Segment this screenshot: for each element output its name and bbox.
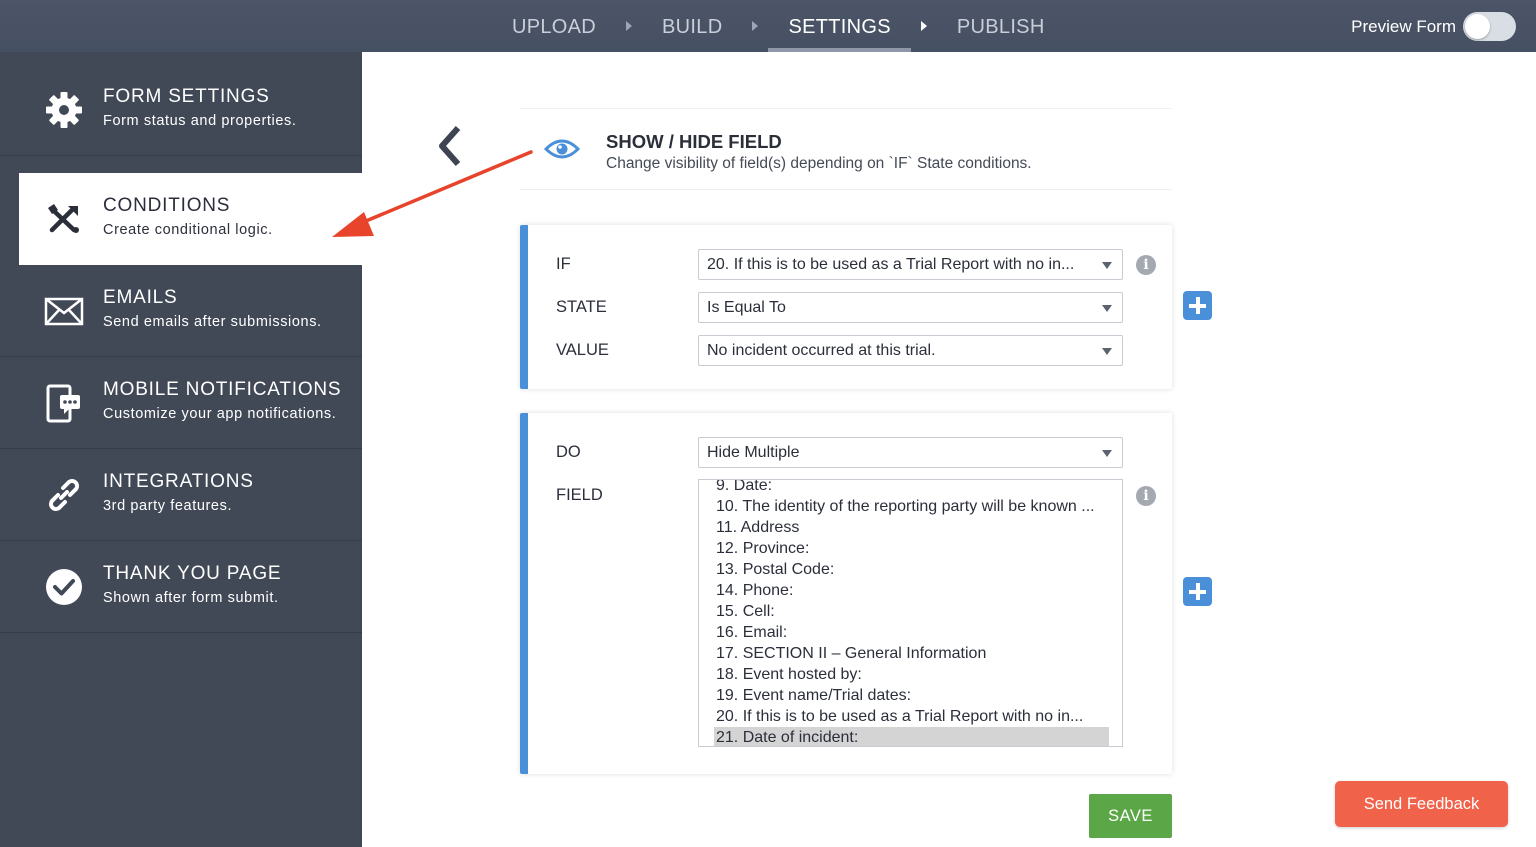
eye-icon (544, 139, 580, 159)
dropdown-caret-icon (1102, 262, 1112, 269)
wizard-steps: UPLOAD BUILD SETTINGS PUBLISH (492, 0, 1065, 52)
back-chevron-icon[interactable] (434, 124, 464, 168)
sidebar-item-form-settings[interactable]: FORM SETTINGS Form status and properties… (0, 64, 362, 156)
field-option[interactable]: 18. Event hosted by: (699, 664, 1109, 685)
field-option[interactable]: 10. The identity of the reporting party … (699, 496, 1109, 517)
if-field-value: 20. If this is to be used as a Trial Rep… (707, 256, 1075, 273)
step-arrow-icon (752, 21, 759, 31)
sidebar-item-subtitle: Send emails after submissions. (103, 314, 322, 330)
field-option[interactable]: 19. Event name/Trial dates: (699, 685, 1109, 706)
field-option[interactable]: 15. Cell: (699, 601, 1109, 622)
sidebar-item-title: INTEGRATIONS (103, 471, 254, 492)
value-label: VALUE (556, 341, 609, 359)
step-upload[interactable]: UPLOAD (492, 0, 616, 52)
checkmark-icon (46, 569, 82, 605)
preview-form-label: Preview Form (1351, 17, 1456, 36)
field-label: FIELD (556, 486, 603, 504)
field-option[interactable]: 14. Phone: (699, 580, 1109, 601)
dropdown-caret-icon (1102, 450, 1112, 457)
info-icon[interactable]: i (1136, 255, 1156, 275)
sidebar-item-title: MOBILE NOTIFICATIONS (103, 379, 342, 400)
condition-type-title: SHOW / HIDE FIELD (606, 131, 782, 152)
top-navigation-bar: UPLOAD BUILD SETTINGS PUBLISH Preview Fo… (0, 0, 1536, 52)
condition-type-subtitle: Change visibility of field(s) depending … (606, 155, 1032, 172)
gear-icon (46, 92, 82, 128)
sidebar-item-thank-you-page[interactable]: THANK YOU PAGE Shown after form submit. (0, 541, 362, 633)
add-action-plus-icon[interactable] (1183, 577, 1212, 606)
state-select[interactable]: Is Equal To (698, 292, 1123, 323)
state-value: Is Equal To (707, 299, 786, 316)
dropdown-caret-icon (1102, 305, 1112, 312)
step-arrow-icon (626, 21, 633, 31)
if-condition-card: IF 20. If this is to be used as a Trial … (520, 225, 1172, 389)
sidebar-item-subtitle: 3rd party features. (103, 498, 233, 514)
field-multiselect[interactable]: 9. Date: 10. The identity of the reporti… (698, 479, 1123, 747)
conditions-icon (48, 204, 79, 233)
preview-form-toggle[interactable] (1463, 12, 1516, 41)
send-feedback-button[interactable]: Send Feedback (1335, 781, 1508, 827)
sidebar-item-emails[interactable]: EMAILS Send emails after submissions. (0, 265, 362, 357)
step-build[interactable]: BUILD (642, 0, 742, 52)
sidebar-item-subtitle: Shown after form submit. (103, 590, 279, 606)
sidebar-item-subtitle: Create conditional logic. (103, 222, 273, 238)
step-arrow-icon (920, 21, 927, 31)
envelope-icon (44, 297, 84, 326)
sidebar-item-integrations[interactable]: INTEGRATIONS 3rd party features. (0, 449, 362, 541)
field-option-selected[interactable]: 21. Date of incident: (714, 727, 1109, 746)
step-settings[interactable]: SETTINGS (768, 0, 912, 52)
do-action-select[interactable]: Hide Multiple (698, 437, 1123, 468)
add-condition-plus-icon[interactable] (1183, 291, 1212, 320)
toggle-knob (1465, 14, 1490, 39)
condition-type-header: SHOW / HIDE FIELD Change visibility of f… (520, 108, 1172, 190)
info-icon[interactable]: i (1136, 486, 1156, 506)
mobile-notification-icon (46, 384, 80, 423)
if-field-select[interactable]: 20. If this is to be used as a Trial Rep… (698, 249, 1123, 280)
sidebar-item-title: FORM SETTINGS (103, 86, 270, 107)
do-action-card: DO Hide Multiple FIELD 9. Date: 10. The … (520, 413, 1172, 774)
link-icon (49, 479, 79, 511)
field-option[interactable]: 12. Province: (699, 538, 1109, 559)
value-value: No incident occurred at this trial. (707, 342, 936, 359)
field-option[interactable]: 20. If this is to be used as a Trial Rep… (699, 706, 1109, 727)
field-option[interactable]: 11. Address (699, 517, 1109, 538)
sidebar-item-subtitle: Customize your app notifications. (103, 406, 337, 422)
settings-sidebar: FORM SETTINGS Form status and properties… (0, 52, 362, 847)
save-button[interactable]: SAVE (1089, 794, 1172, 838)
sidebar-item-title: EMAILS (103, 287, 178, 308)
sidebar-item-subtitle: Form status and properties. (103, 113, 297, 129)
state-label: STATE (556, 298, 607, 316)
step-publish[interactable]: PUBLISH (937, 0, 1065, 52)
sidebar-item-title: CONDITIONS (103, 195, 231, 216)
sidebar-item-title: THANK YOU PAGE (103, 563, 282, 584)
dropdown-caret-icon (1102, 348, 1112, 355)
sidebar-item-conditions[interactable]: CONDITIONS Create conditional logic. (19, 173, 362, 265)
do-label: DO (556, 443, 581, 461)
field-option[interactable]: 17. SECTION II – General Information (699, 643, 1109, 664)
if-label: IF (556, 255, 571, 273)
field-option[interactable]: 13. Postal Code: (699, 559, 1109, 580)
value-select[interactable]: No incident occurred at this trial. (698, 335, 1123, 366)
field-option[interactable]: 9. Date: (699, 480, 1109, 496)
field-option[interactable]: 16. Email: (699, 622, 1109, 643)
sidebar-item-mobile-notifications[interactable]: MOBILE NOTIFICATIONS Customize your app … (0, 357, 362, 449)
do-action-value: Hide Multiple (707, 444, 800, 461)
